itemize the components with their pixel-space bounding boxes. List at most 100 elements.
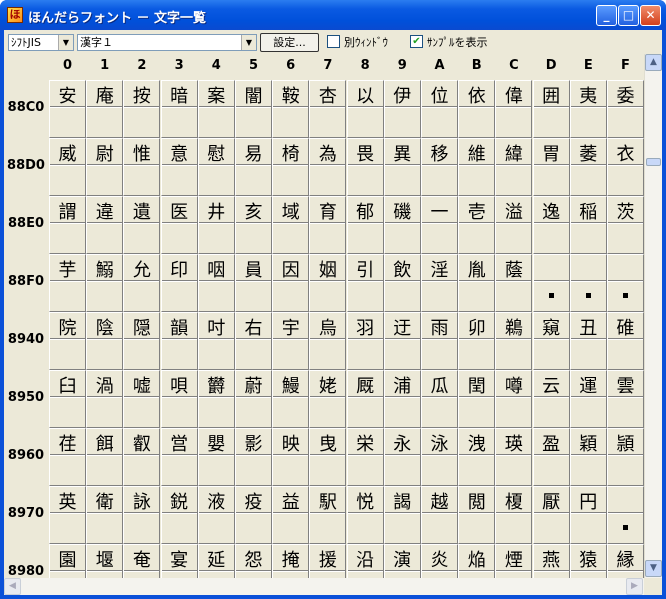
char-cell[interactable] — [532, 254, 570, 312]
char-cell[interactable]: 杏 — [309, 80, 347, 138]
char-cell[interactable]: 伊 — [383, 80, 421, 138]
char-cell[interactable]: 姥 — [309, 370, 347, 428]
char-cell[interactable]: 堰 — [86, 544, 124, 578]
chevron-down-icon[interactable]: ▼ — [241, 35, 256, 50]
char-cell[interactable]: 餌 — [86, 428, 124, 486]
char-cell[interactable]: 芋 — [49, 254, 86, 312]
char-cell[interactable]: 栄 — [346, 428, 384, 486]
char-cell[interactable]: 鞍 — [272, 80, 310, 138]
char-cell[interactable]: 臼 — [49, 370, 86, 428]
char-cell[interactable]: 引 — [346, 254, 384, 312]
char-cell[interactable]: 緯 — [495, 138, 533, 196]
char-cell[interactable]: 鋭 — [160, 486, 198, 544]
char-cell[interactable]: 衣 — [607, 138, 644, 196]
char-cell[interactable]: 煙 — [495, 544, 533, 578]
char-cell[interactable]: 沿 — [346, 544, 384, 578]
char-cell[interactable]: 烏 — [309, 312, 347, 370]
char-cell[interactable]: 畏 — [346, 138, 384, 196]
char-cell[interactable]: 稲 — [569, 196, 607, 254]
char-cell[interactable]: 燕 — [532, 544, 570, 578]
char-cell[interactable]: 嬰 — [197, 428, 235, 486]
char-cell[interactable]: 委 — [607, 80, 644, 138]
size-grip[interactable] — [644, 578, 662, 595]
char-cell[interactable]: 雨 — [421, 312, 458, 370]
char-cell[interactable]: 闇 — [235, 80, 272, 138]
char-cell[interactable]: 壱 — [458, 196, 496, 254]
char-cell[interactable]: 胤 — [458, 254, 496, 312]
char-cell[interactable] — [607, 254, 644, 312]
char-cell[interactable]: 園 — [49, 544, 86, 578]
char-cell[interactable]: 依 — [458, 80, 496, 138]
char-cell[interactable]: 違 — [86, 196, 124, 254]
char-cell[interactable]: 瑛 — [495, 428, 533, 486]
char-cell[interactable]: 越 — [421, 486, 458, 544]
char-cell[interactable]: 益 — [272, 486, 310, 544]
char-cell[interactable]: 云 — [532, 370, 570, 428]
char-cell[interactable]: 円 — [569, 486, 607, 544]
horizontal-scrollbar[interactable]: ◀ ▶ — [4, 578, 644, 595]
char-cell[interactable]: 悦 — [346, 486, 384, 544]
char-cell[interactable]: 員 — [235, 254, 272, 312]
char-cell[interactable]: 頴 — [607, 428, 644, 486]
char-cell[interactable]: 衛 — [86, 486, 124, 544]
char-cell[interactable]: 欝 — [197, 370, 235, 428]
char-cell[interactable]: 炎 — [421, 544, 458, 578]
char-cell[interactable]: 威 — [49, 138, 86, 196]
char-cell[interactable]: 允 — [123, 254, 161, 312]
char-cell[interactable]: 泳 — [421, 428, 458, 486]
char-cell[interactable]: 夷 — [569, 80, 607, 138]
app-icon[interactable]: ほ — [7, 7, 23, 23]
char-cell[interactable]: 迂 — [383, 312, 421, 370]
char-cell[interactable]: 嘘 — [123, 370, 161, 428]
title-bar[interactable]: ほ ほんだらフォント － 文字一覧 _ □ ✕ — [0, 0, 666, 30]
char-cell[interactable]: 因 — [272, 254, 310, 312]
char-cell[interactable]: 易 — [235, 138, 272, 196]
separate-window-label[interactable]: 別ｳｨﾝﾄﾞｳ — [344, 34, 388, 50]
char-cell[interactable]: 咽 — [197, 254, 235, 312]
char-cell[interactable]: 庵 — [86, 80, 124, 138]
encoding-select[interactable]: ｼﾌﾄJIS ▼ — [8, 34, 74, 51]
char-cell[interactable]: 蔭 — [495, 254, 533, 312]
char-cell[interactable]: 荏 — [49, 428, 86, 486]
char-cell[interactable]: 鰯 — [86, 254, 124, 312]
char-cell[interactable]: 偉 — [495, 80, 533, 138]
scroll-down-arrow-icon[interactable]: ▼ — [645, 560, 662, 577]
char-cell[interactable]: 亥 — [235, 196, 272, 254]
char-cell[interactable]: 洩 — [458, 428, 496, 486]
char-cell[interactable]: 永 — [383, 428, 421, 486]
char-cell[interactable]: 榎 — [495, 486, 533, 544]
char-cell[interactable]: 謁 — [383, 486, 421, 544]
char-cell[interactable]: 鵜 — [495, 312, 533, 370]
char-cell[interactable]: 案 — [197, 80, 235, 138]
show-sample-label[interactable]: ｻﾝﾌﾟﾙを表示 — [427, 34, 488, 50]
minimize-button[interactable]: _ — [596, 5, 617, 26]
char-cell[interactable]: 蔚 — [235, 370, 272, 428]
char-cell[interactable]: 疫 — [235, 486, 272, 544]
char-cell[interactable]: 浦 — [383, 370, 421, 428]
char-cell[interactable]: 穎 — [569, 428, 607, 486]
char-cell[interactable]: 飲 — [383, 254, 421, 312]
char-cell[interactable]: 溢 — [495, 196, 533, 254]
char-cell[interactable]: 縁 — [607, 544, 644, 578]
char-cell[interactable]: 叡 — [123, 428, 161, 486]
char-cell[interactable]: 渦 — [86, 370, 124, 428]
char-cell[interactable]: 胃 — [532, 138, 570, 196]
settings-button[interactable]: 設定... — [260, 33, 319, 52]
char-cell[interactable]: 瓜 — [421, 370, 458, 428]
char-cell[interactable]: 延 — [197, 544, 235, 578]
char-cell[interactable]: 印 — [160, 254, 198, 312]
char-cell[interactable]: 奄 — [123, 544, 161, 578]
show-sample-checkbox[interactable]: ✔ — [410, 35, 423, 48]
char-cell[interactable]: 英 — [49, 486, 86, 544]
char-cell[interactable]: 唄 — [160, 370, 198, 428]
char-cell[interactable]: 尉 — [86, 138, 124, 196]
char-cell[interactable]: 曳 — [309, 428, 347, 486]
char-cell[interactable]: 宇 — [272, 312, 310, 370]
char-cell[interactable]: 碓 — [607, 312, 644, 370]
char-cell[interactable]: 囲 — [532, 80, 570, 138]
char-cell[interactable]: 域 — [272, 196, 310, 254]
char-cell[interactable]: 育 — [309, 196, 347, 254]
char-cell[interactable]: 逸 — [532, 196, 570, 254]
char-cell[interactable]: 以 — [346, 80, 384, 138]
char-cell[interactable]: 援 — [309, 544, 347, 578]
